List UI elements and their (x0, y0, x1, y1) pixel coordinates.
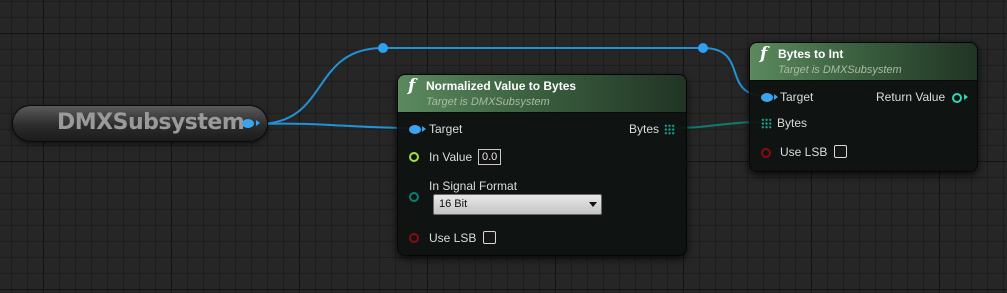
wire-target-to-normalized[interactable] (257, 122, 415, 129)
pin-arrow-icon (774, 94, 778, 100)
pin-arrow-icon (964, 94, 968, 100)
use-lsb-pin[interactable] (761, 148, 771, 158)
node-header: f Bytes to Int Target is DMXSubsystem (750, 43, 977, 81)
node-subtitle: Target is DMXSubsystem (426, 96, 550, 108)
bytes-input-pin[interactable] (761, 118, 772, 129)
chevron-down-icon (589, 202, 597, 207)
variable-node-label: DMXSubsystem (57, 110, 245, 135)
in-value-pin[interactable] (409, 152, 419, 162)
bytes-output-pin[interactable] (664, 124, 675, 135)
target-label: Target (429, 122, 463, 136)
node-title: Normalized Value to Bytes (426, 79, 577, 93)
target-label: Target (780, 90, 814, 104)
use-lsb-label: Use LSB (429, 231, 477, 245)
variable-output-pin[interactable] (242, 119, 254, 128)
node-subtitle: Target is DMXSubsystem (778, 64, 902, 76)
target-input-pin[interactable] (761, 93, 773, 102)
pin-arrow-icon (422, 126, 426, 132)
dmx-subsystem-variable-node[interactable]: DMXSubsystem (13, 106, 267, 141)
in-signal-format-label: In Signal Format (429, 179, 518, 193)
use-lsb-pin[interactable] (409, 233, 419, 243)
use-lsb-label: Use LSB (780, 145, 828, 159)
in-signal-format-pin[interactable] (409, 192, 419, 202)
pin-arrow-icon (256, 120, 260, 126)
function-icon: f (760, 44, 768, 64)
use-lsb-checkbox[interactable] (483, 231, 496, 244)
bytes-output-label: Bytes (629, 122, 660, 136)
bytes-to-int-node[interactable]: f Bytes to Int Target is DMXSubsystem Ta… (749, 42, 978, 172)
node-header: f Normalized Value to Bytes Target is DM… (398, 75, 686, 113)
function-icon: f (408, 76, 416, 96)
node-title: Bytes to Int (778, 47, 844, 61)
bytes-input-label: Bytes (777, 116, 808, 130)
reroute-knot-2[interactable] (698, 43, 708, 53)
return-value-label: Return Value (876, 90, 946, 104)
signal-format-dropdown[interactable]: 16 Bit (433, 194, 602, 215)
return-value-pin[interactable] (952, 93, 962, 103)
dropdown-selected-value: 16 Bit (439, 198, 468, 210)
normalized-value-to-bytes-node[interactable]: f Normalized Value to Bytes Target is DM… (397, 74, 687, 256)
use-lsb-checkbox[interactable] (834, 145, 847, 158)
reroute-knot-1[interactable] (378, 43, 388, 53)
in-value-field[interactable]: 0.0 (478, 149, 502, 165)
target-input-pin[interactable] (409, 125, 421, 134)
in-value-label: In Value (429, 150, 473, 164)
